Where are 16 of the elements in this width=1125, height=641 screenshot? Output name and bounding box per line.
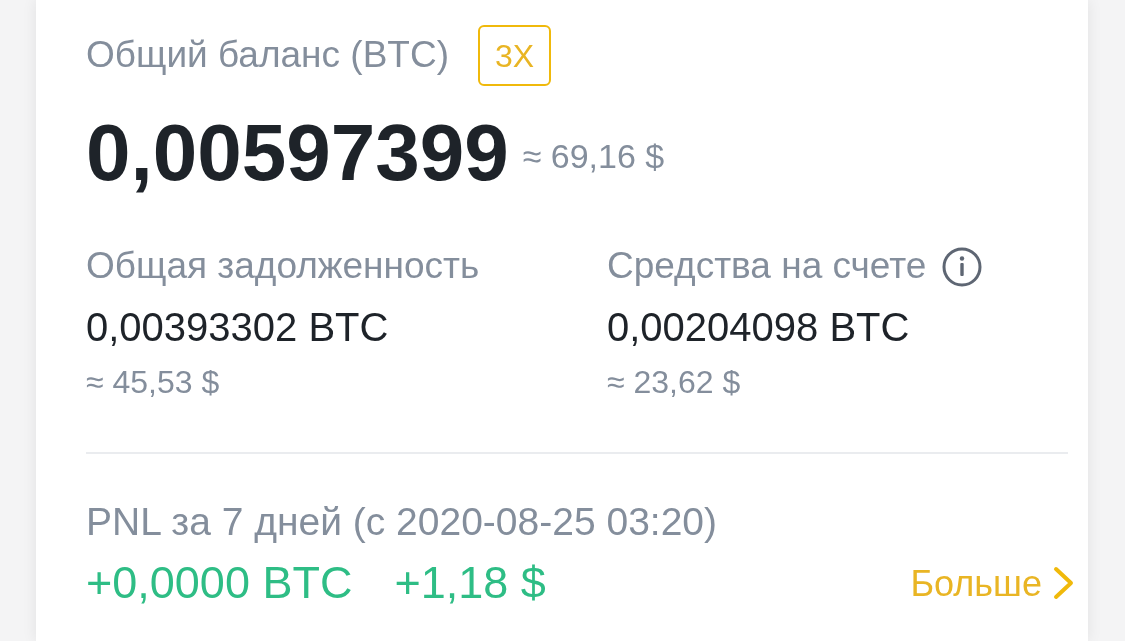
pnl-label: PNL за 7 дней (с 2020-08-25 03:20): [86, 499, 718, 546]
more-link[interactable]: Больше: [910, 561, 1076, 605]
balance-amount: 0,00597399: [86, 113, 509, 193]
stat-label: Общая задолженность: [86, 244, 480, 289]
info-icon[interactable]: [942, 246, 983, 287]
stat-value: 0,00204098 BTC: [607, 304, 910, 351]
pnl-value: +1,18 $: [394, 556, 546, 611]
stat-approx: ≈ 23,62 $: [607, 363, 741, 402]
leverage-badge: 3X: [478, 25, 551, 86]
balance-label: Общий баланс (BTC): [86, 33, 449, 78]
stat-label: Средства на счете: [607, 244, 927, 289]
stat-value: 0,00393302 BTC: [86, 304, 389, 351]
balance-approx: ≈ 69,16 $: [522, 135, 665, 177]
pnl-value: +0,0000 BTC: [86, 556, 353, 611]
stat-approx: ≈ 45,53 $: [86, 363, 220, 402]
chevron-right-icon: [1052, 566, 1076, 601]
